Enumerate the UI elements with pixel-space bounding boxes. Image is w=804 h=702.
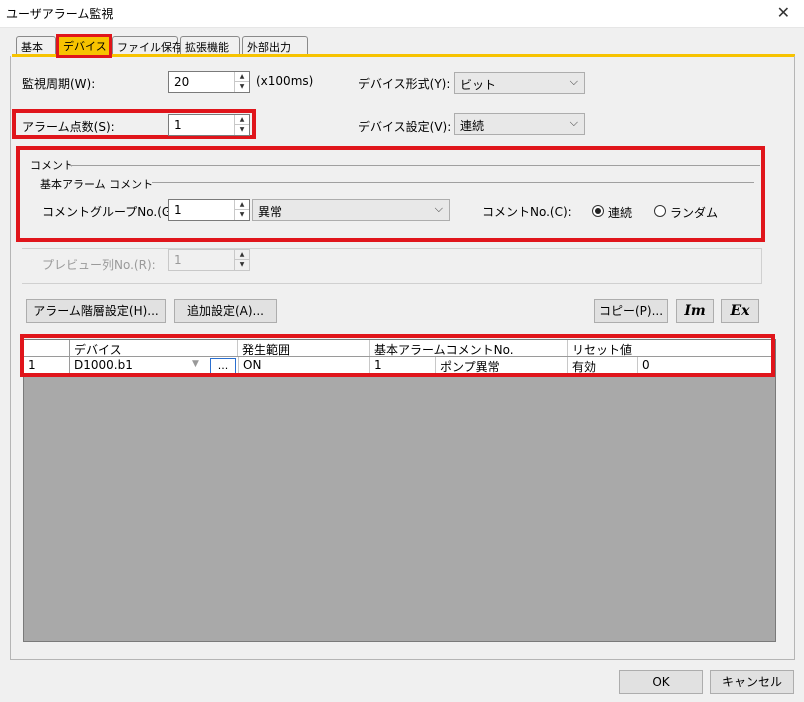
ex-icon[interactable]: Ex: [721, 299, 759, 323]
close-icon[interactable]: ✕: [777, 3, 790, 22]
alarm-count-spinner[interactable]: 1 ▲ ▼: [168, 114, 250, 136]
comment-group-no-label: コメントグループNo.(G):: [42, 205, 180, 219]
comment-group-no-spinner[interactable]: 1 ▲ ▼: [168, 199, 250, 221]
radio-continuous[interactable]: [592, 205, 604, 217]
basic-alarm-comment-title: 基本アラーム コメント: [40, 178, 154, 191]
alarm-table: デバイス 発生範囲 基本アラームコメントNo. リセット値 1 D1000.b1…: [23, 339, 776, 642]
alarm-count-label: アラーム点数(S):: [22, 120, 115, 134]
add-setting-button[interactable]: 追加設定(A)...: [174, 299, 277, 323]
window-title: ユーザアラーム監視: [6, 7, 114, 21]
preview-col-label: プレビュー列No.(R):: [42, 258, 156, 272]
monitor-period-label: 監視周期(W):: [22, 77, 96, 91]
tab-basic[interactable]: 基本: [16, 36, 56, 55]
tab-external-output[interactable]: 外部出力: [242, 36, 308, 55]
radio-random[interactable]: [654, 205, 666, 217]
device-setting-label: デバイス設定(V):: [358, 120, 452, 134]
subgroup-divider: [152, 182, 754, 183]
spin-up-icon[interactable]: ▲: [235, 72, 249, 82]
preview-col-spinner: 1 ▲ ▼: [168, 249, 250, 271]
spin-down-icon[interactable]: ▼: [235, 125, 249, 135]
highlight-box-tab: [56, 34, 112, 58]
preview-divider-right: [761, 248, 762, 284]
cancel-button[interactable]: キャンセル: [710, 670, 794, 694]
monitor-unit: (x100ms): [256, 74, 314, 88]
spin-up-icon[interactable]: ▲: [235, 115, 249, 125]
group-divider: [70, 165, 760, 166]
chevron-down-icon: ⌵: [434, 202, 443, 215]
ok-button[interactable]: OK: [619, 670, 703, 694]
spin-down-icon: ▼: [239, 261, 245, 268]
comment-group-title: コメント: [30, 159, 74, 172]
highlight-box-comment: [16, 146, 765, 242]
tab-file-save[interactable]: ファイル保存: [112, 36, 183, 55]
alarm-level-button[interactable]: アラーム階層設定(H)...: [26, 299, 166, 323]
im-icon[interactable]: Im: [676, 299, 714, 323]
spin-up-icon[interactable]: ▲: [235, 200, 249, 210]
tab-extension[interactable]: 拡張機能: [180, 36, 240, 55]
device-format-label: デバイス形式(Y):: [358, 77, 451, 91]
radio-continuous-label: 連続: [608, 206, 633, 220]
spin-down-icon[interactable]: ▼: [235, 82, 249, 92]
comment-group-name-select[interactable]: 異常 ⌵: [252, 199, 450, 221]
title-bar: ユーザアラーム監視 ✕: [0, 0, 804, 28]
spin-up-icon: ▲: [235, 250, 249, 260]
spin-down-icon[interactable]: ▼: [235, 210, 249, 220]
preview-divider: [22, 248, 762, 249]
preview-divider-bottom: [22, 283, 762, 284]
comment-no-label: コメントNo.(C):: [482, 205, 572, 219]
chevron-down-icon: ⌵: [569, 116, 578, 129]
monitor-period-spinner[interactable]: 20 ▲ ▼: [168, 71, 250, 93]
radio-random-label: ランダム: [670, 206, 719, 220]
highlight-box-table: [20, 334, 775, 377]
device-setting-select[interactable]: 連続 ⌵: [454, 113, 585, 135]
copy-button[interactable]: コピー(P)...: [594, 299, 668, 323]
device-format-select[interactable]: ビット ⌵: [454, 72, 585, 94]
chevron-down-icon: ⌵: [569, 75, 578, 88]
